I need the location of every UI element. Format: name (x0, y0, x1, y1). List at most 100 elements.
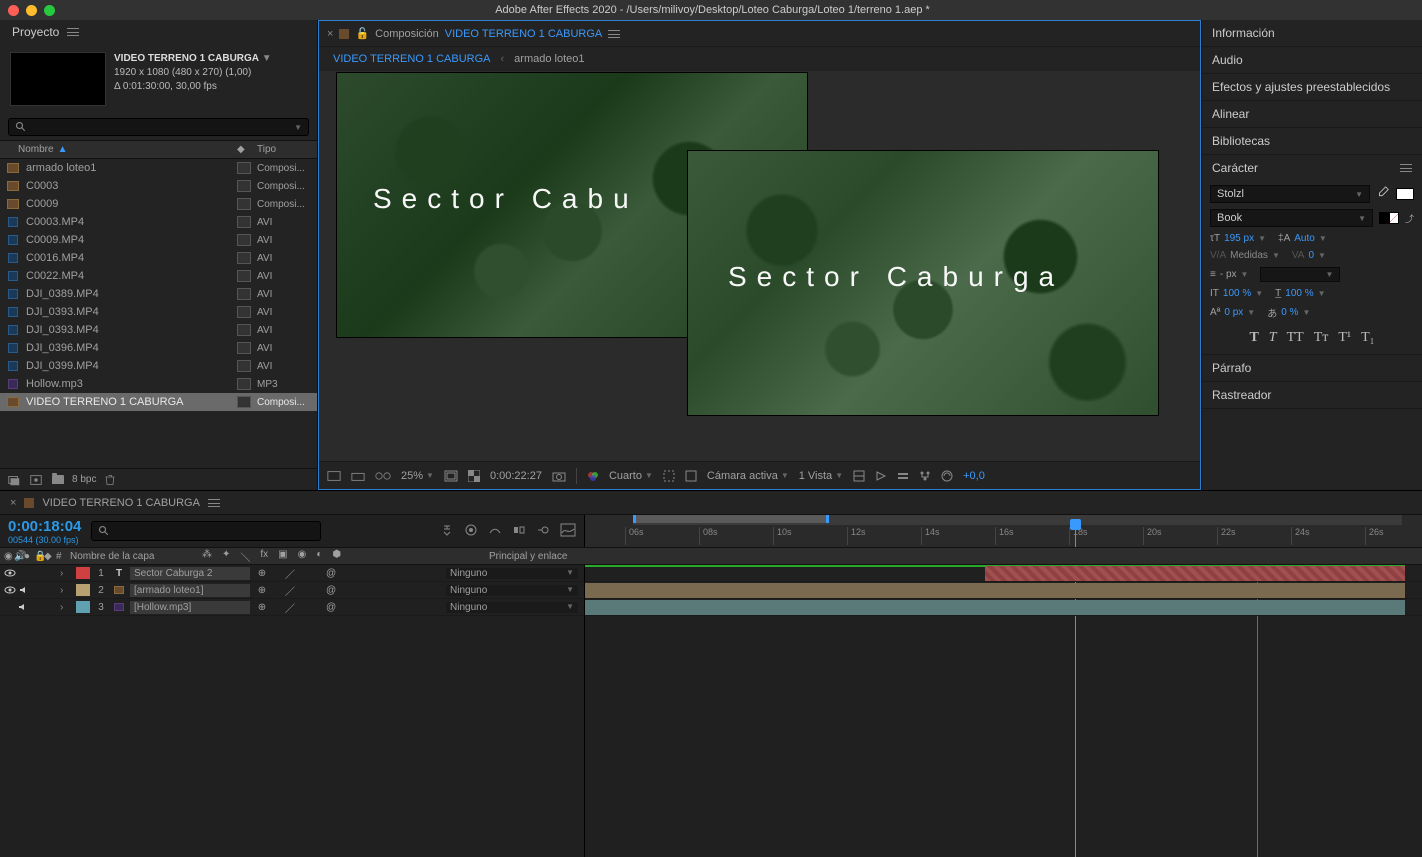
vscale-input[interactable]: IT 100 % ▼ (1210, 288, 1263, 299)
project-item[interactable]: C0016.MP4AVI (0, 249, 317, 267)
always-preview-icon[interactable] (327, 470, 341, 482)
project-item[interactable]: VIDEO TERRENO 1 CABURGAComposi... (0, 393, 317, 411)
project-item[interactable]: DJI_0399.MP4AVI (0, 357, 317, 375)
layer-name[interactable]: [armado loteo1] (130, 584, 250, 597)
view-layout-select[interactable]: 1 Vista ▼ (799, 470, 843, 482)
audio-toggle[interactable] (18, 584, 29, 596)
twirl-icon[interactable]: › (60, 585, 72, 596)
label-color[interactable] (237, 234, 251, 246)
bit-depth[interactable]: 8 bpc (72, 474, 96, 485)
label-color[interactable] (237, 270, 251, 282)
trash-icon[interactable] (102, 472, 118, 488)
maximize-window-icon[interactable] (44, 5, 55, 16)
preview-time[interactable]: 0:00:22:27 (490, 470, 542, 482)
layer-switches[interactable]: ⊕／ (256, 584, 326, 596)
pickwhip-icon[interactable]: @ (326, 602, 336, 613)
comp-mini-flowchart-icon[interactable] (440, 523, 454, 540)
solo-toggle[interactable] (31, 567, 42, 579)
visibility-toggle[interactable] (4, 567, 16, 579)
project-item[interactable]: C0009Composi... (0, 195, 317, 213)
project-item[interactable]: C0022.MP4AVI (0, 267, 317, 285)
roi-icon[interactable] (663, 470, 675, 482)
superscript-button[interactable]: T¹ (1338, 330, 1351, 346)
fill-color-swatch[interactable] (1396, 188, 1414, 200)
character-panel-header[interactable]: Carácter (1202, 155, 1422, 181)
exposure-value[interactable]: +0,0 (963, 470, 985, 482)
composition-canvas[interactable]: Sector Cabu Sector Caburga (319, 71, 1200, 461)
motion-blur-icon[interactable] (536, 523, 550, 540)
comp-name[interactable]: VIDEO TERRENO 1 CABURGA (114, 53, 259, 64)
project-item[interactable]: DJI_0389.MP4AVI (0, 285, 317, 303)
graph-editor-icon[interactable] (560, 523, 576, 540)
label-color[interactable] (237, 180, 251, 192)
twirl-icon[interactable]: › (60, 602, 72, 613)
layer-row[interactable]: ›1TSector Caburga 2⊕／@Ninguno▼ (0, 565, 584, 582)
new-folder-icon[interactable] (50, 472, 66, 488)
font-family-select[interactable]: Stolzl▼ (1210, 185, 1370, 203)
label-color[interactable] (237, 324, 251, 336)
timeline-icon[interactable] (897, 470, 909, 482)
label-color[interactable] (237, 396, 251, 408)
track-row[interactable] (585, 599, 1422, 616)
label-color[interactable] (237, 360, 251, 372)
project-panel-tab[interactable]: Proyecto (0, 20, 317, 44)
align-panel-header[interactable]: Alinear (1202, 101, 1422, 127)
tracker-panel-header[interactable]: Rastreador (1202, 382, 1422, 408)
bold-button[interactable]: T (1249, 330, 1258, 346)
col-layer-name[interactable]: Nombre de la capa (64, 551, 194, 562)
project-item[interactable]: armado loteo1Composi... (0, 159, 317, 177)
swap-colors-icon[interactable]: ⤴ (1405, 212, 1414, 225)
crumb-active[interactable]: VIDEO TERRENO 1 CABURGA (333, 53, 491, 65)
channel-icon[interactable] (587, 470, 599, 482)
label-color[interactable] (237, 216, 251, 228)
layer-bar[interactable] (985, 566, 1405, 581)
project-item[interactable]: DJI_0396.MP4AVI (0, 339, 317, 357)
audio-toggle[interactable] (18, 567, 29, 579)
pickwhip-icon[interactable]: @ (326, 585, 336, 596)
parent-select[interactable]: Ninguno▼ (446, 602, 578, 613)
interpret-footage-icon[interactable] (6, 472, 22, 488)
eye-col-icon[interactable]: ◉ (0, 551, 10, 562)
libraries-panel-header[interactable]: Bibliotecas (1202, 128, 1422, 154)
fast-previews-icon[interactable] (875, 470, 887, 482)
paragraph-panel-header[interactable]: Párrafo (1202, 355, 1422, 381)
layer-bar[interactable] (585, 583, 1405, 598)
info-panel-header[interactable]: Información (1202, 20, 1422, 46)
allcaps-button[interactable]: TT (1287, 330, 1304, 346)
timeline-ruler[interactable]: 06s08s10s12s14s16s18s20s22s24s26s (585, 515, 1422, 547)
zoom-select[interactable]: 25% ▼ (401, 470, 434, 482)
timeline-search[interactable] (91, 521, 321, 541)
lock-toggle[interactable] (45, 601, 57, 613)
flowchart-icon[interactable] (919, 470, 931, 482)
layer-label-color[interactable] (76, 601, 90, 613)
no-fill-swatch[interactable] (1389, 212, 1399, 224)
label-color[interactable] (237, 378, 251, 390)
chevron-left-icon[interactable]: ‹ (501, 53, 505, 65)
layer-switches[interactable]: ⊕／ (256, 567, 326, 579)
camera-select[interactable]: Cámara activa ▼ (707, 470, 789, 482)
layer-bar[interactable] (585, 600, 1405, 615)
parent-select[interactable]: Ninguno▼ (446, 585, 578, 596)
speaker-col-icon[interactable]: 🔊 (10, 551, 20, 562)
pixel-aspect-icon[interactable] (853, 470, 865, 482)
smallcaps-button[interactable]: Tᴛ (1314, 330, 1329, 346)
font-style-select[interactable]: Book▼ (1210, 209, 1373, 227)
audio-toggle[interactable] (18, 601, 30, 613)
frame-blend-icon[interactable] (512, 523, 526, 540)
label-color[interactable] (237, 306, 251, 318)
stroke-over-select[interactable]: ▼ (1260, 267, 1340, 282)
work-area-bar[interactable] (633, 515, 829, 523)
layer-row[interactable]: ›2[armado loteo1]⊕／@Ninguno▼ (0, 582, 584, 599)
lock-col-icon[interactable]: 🔒 (30, 551, 40, 562)
viewer-tab[interactable]: × 🔓 Composición VIDEO TERRENO 1 CABURGA (319, 21, 1200, 47)
lock-toggle[interactable] (45, 584, 56, 596)
transparency-grid-icon[interactable] (468, 470, 480, 482)
close-window-icon[interactable] (8, 5, 19, 16)
col-parent[interactable]: Principal y enlace (485, 551, 585, 562)
vr-icon[interactable] (375, 471, 391, 481)
draft-3d-toggle-icon[interactable] (464, 523, 478, 540)
panel-menu-icon[interactable] (67, 28, 79, 36)
viewer-menu-icon[interactable] (608, 30, 620, 38)
pickwhip-icon[interactable]: @ (326, 568, 336, 579)
layer-name[interactable]: Sector Caburga 2 (130, 567, 250, 580)
